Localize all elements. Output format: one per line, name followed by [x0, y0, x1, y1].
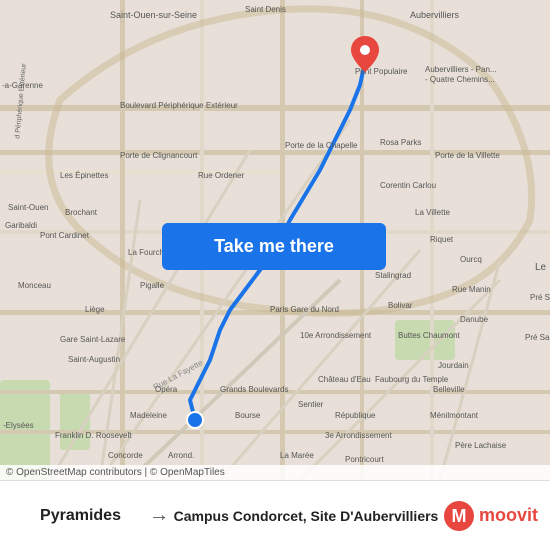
- svg-text:La Villette: La Villette: [415, 208, 451, 217]
- svg-text:Liège: Liège: [85, 305, 105, 314]
- svg-text:Père Lachaise: Père Lachaise: [455, 441, 507, 450]
- svg-text:- Quatre Chemins...: - Quatre Chemins...: [425, 75, 495, 84]
- map-container: Saint-Ouen-sur-Seine Saint Denis Aubervi…: [0, 0, 550, 480]
- svg-text:Pontricourt: Pontricourt: [345, 455, 384, 464]
- svg-text:Pré Sai...: Pré Sai...: [530, 293, 550, 302]
- svg-text:Franklin D. Roosevelt: Franklin D. Roosevelt: [55, 431, 132, 440]
- svg-text:Bourse: Bourse: [235, 411, 261, 420]
- moovit-logo: M moovit: [443, 500, 538, 532]
- arrow-icon: →: [149, 504, 169, 527]
- svg-text:Rue Ordener: Rue Ordener: [198, 171, 245, 180]
- svg-text:Jourdain: Jourdain: [438, 361, 469, 370]
- svg-text:Faubourg du Temple: Faubourg du Temple: [375, 375, 449, 384]
- svg-text:Bolivar: Bolivar: [388, 301, 413, 310]
- svg-text:Riquet: Riquet: [430, 235, 454, 244]
- svg-text:Danube: Danube: [460, 315, 489, 324]
- svg-text:Belleville: Belleville: [433, 385, 465, 394]
- svg-text:Boulevard Périphérique Extérie: Boulevard Périphérique Extérieur: [120, 101, 238, 110]
- svg-text:Aubervilliers: Aubervilliers: [410, 10, 460, 20]
- svg-text:République: République: [335, 411, 376, 420]
- svg-text:Brochant: Brochant: [65, 208, 98, 217]
- svg-text:Monceau: Monceau: [18, 281, 51, 290]
- svg-text:Saint-Ouen-sur-Seine: Saint-Ouen-sur-Seine: [110, 10, 197, 20]
- svg-text:Ourcq: Ourcq: [460, 255, 482, 264]
- svg-text:10e Arrondissement: 10e Arrondissement: [300, 331, 372, 340]
- svg-text:Pigalle: Pigalle: [140, 281, 165, 290]
- svg-text:Sentier: Sentier: [298, 400, 324, 409]
- svg-text:Gare Saint-Lazare: Gare Saint-Lazare: [60, 335, 126, 344]
- svg-text:Paris Gare du Nord: Paris Gare du Nord: [270, 305, 339, 314]
- svg-text:Le: Le: [535, 262, 547, 273]
- svg-text:Buttes Chaumont: Buttes Chaumont: [398, 331, 461, 340]
- bottom-bar: Pyramides → Campus Condorcet, Site D'Aub…: [0, 480, 550, 550]
- svg-text:Grands Boulevards: Grands Boulevards: [220, 385, 288, 394]
- svg-text:Arrond.: Arrond.: [168, 451, 194, 460]
- svg-text:La Marée: La Marée: [280, 451, 314, 460]
- svg-text:Pré Sai...: Pré Sai...: [525, 333, 550, 342]
- take-me-there-button[interactable]: Take me there: [162, 223, 386, 270]
- svg-text:Pont Cardinet: Pont Cardinet: [40, 231, 90, 240]
- moovit-text: moovit: [479, 505, 538, 526]
- svg-text:Aubervilliers - Pan...: Aubervilliers - Pan...: [425, 65, 497, 74]
- svg-text:Porte de la Chapelle: Porte de la Chapelle: [285, 141, 358, 150]
- svg-text:M: M: [451, 506, 466, 526]
- svg-text:Saint Denis: Saint Denis: [245, 5, 286, 14]
- svg-text:Garibaldi: Garibaldi: [5, 221, 37, 230]
- svg-text:Madeleine: Madeleine: [130, 411, 167, 420]
- moovit-logo-icon: M: [443, 500, 475, 532]
- svg-text:Stalingrad: Stalingrad: [375, 271, 411, 280]
- svg-text:Château d'Eau: Château d'Eau: [318, 375, 371, 384]
- svg-text:Concorde: Concorde: [108, 451, 143, 460]
- origin-marker: [187, 412, 203, 428]
- svg-text:Saint-Ouen: Saint-Ouen: [8, 203, 48, 212]
- svg-text:Rue Manin: Rue Manin: [452, 285, 491, 294]
- destination-label: Campus Condorcet, Site D'Aubervilliers: [169, 508, 443, 524]
- svg-text:Rosa Parks: Rosa Parks: [380, 138, 421, 147]
- copyright-text: © OpenStreetMap contributors | © OpenMap…: [6, 467, 225, 478]
- origin-label: Pyramides: [12, 507, 149, 525]
- svg-text:-Elysées: -Elysées: [3, 421, 34, 430]
- svg-text:Porte de Clignancourt: Porte de Clignancourt: [120, 151, 198, 160]
- copyright-bar: © OpenStreetMap contributors | © OpenMap…: [0, 465, 550, 480]
- svg-text:Corentin Carlou: Corentin Carlou: [380, 181, 436, 190]
- svg-text:Les Épinettes: Les Épinettes: [60, 171, 108, 180]
- svg-text:3e Arrondissement: 3e Arrondissement: [325, 431, 392, 440]
- svg-text:Porte de la Villette: Porte de la Villette: [435, 151, 500, 160]
- svg-text:Saint-Augustin: Saint-Augustin: [68, 355, 120, 364]
- svg-text:Ménilmontant: Ménilmontant: [430, 411, 479, 420]
